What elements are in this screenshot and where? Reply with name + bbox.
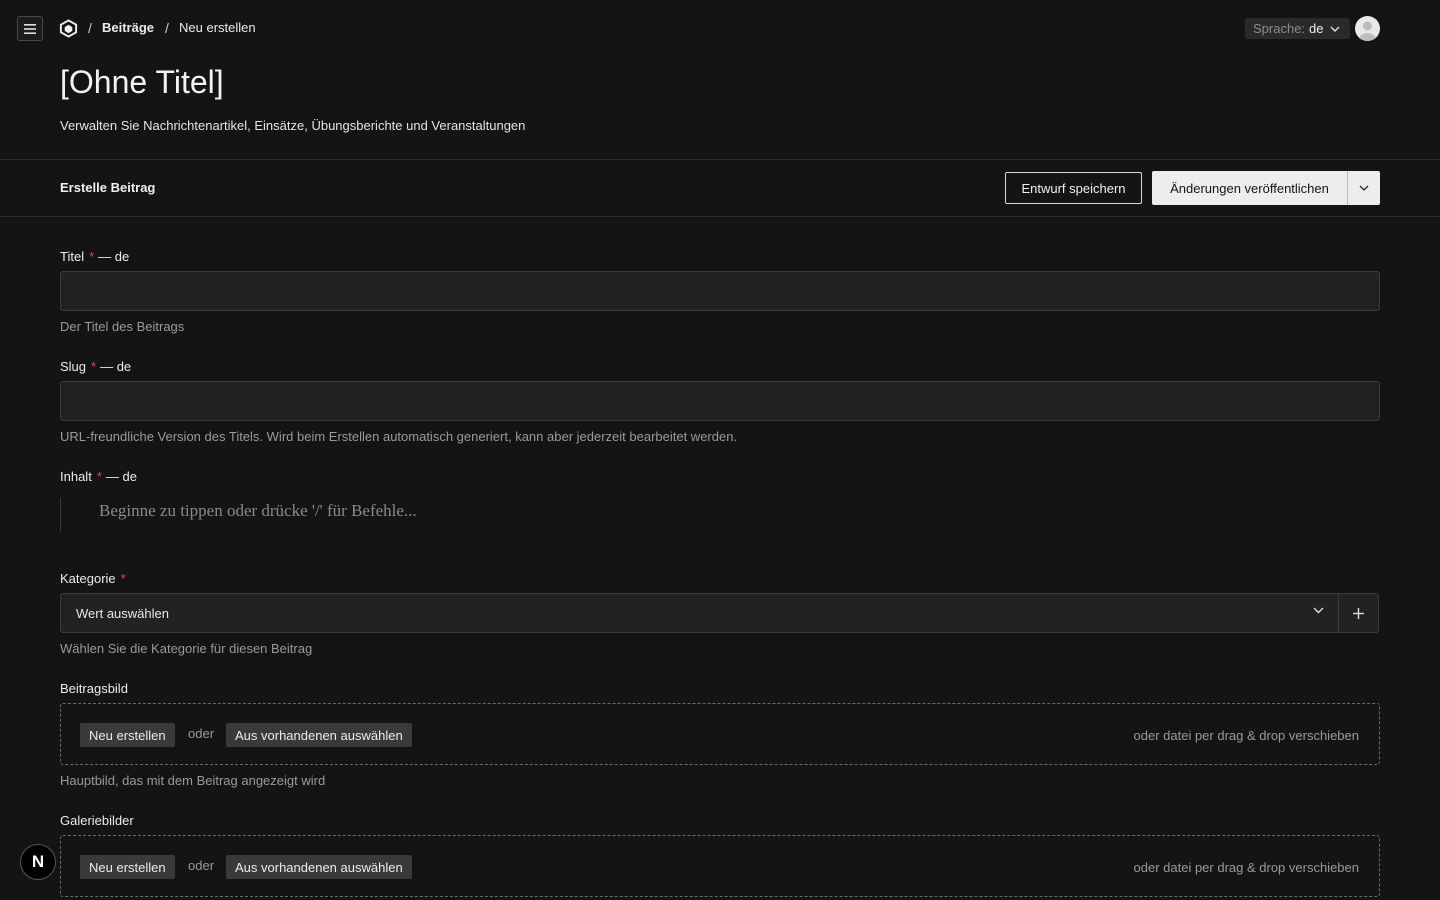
required-indicator: * <box>91 359 97 374</box>
add-category-button[interactable] <box>1338 593 1379 633</box>
title-input[interactable] <box>60 271 1380 311</box>
slug-field-label: Slug * — de <box>60 359 131 374</box>
required-indicator: * <box>89 249 95 264</box>
language-select[interactable]: Sprache: de <box>1245 18 1350 39</box>
gallery-dropzone[interactable]: Neu erstellen oder Aus vorhandenen auswä… <box>60 835 1380 897</box>
gallery-drop-text: oder datei per drag & drop verschieben <box>1133 860 1359 875</box>
cube-logo-icon[interactable] <box>59 19 78 38</box>
content-field-label: Inhalt * — de <box>60 469 137 484</box>
chevron-down-icon <box>1313 607 1324 614</box>
title-locale: — de <box>98 249 130 264</box>
page-description: Verwalten Sie Nachrichtenartikel, Einsät… <box>60 118 526 133</box>
save-draft-button[interactable]: Entwurf speichern <box>1005 172 1142 204</box>
form-heading: Erstelle Beitrag <box>60 180 156 195</box>
gallery-select-button[interactable]: Aus vorhandenen auswählen <box>226 855 412 879</box>
user-avatar-icon <box>1359 21 1376 41</box>
featured-image-dropzone[interactable]: Neu erstellen oder Aus vorhandenen auswä… <box>60 703 1380 765</box>
featured-image-label: Beitragsbild <box>60 681 128 696</box>
required-indicator: * <box>96 469 102 484</box>
category-hint: Wählen Sie die Kategorie für diesen Beit… <box>60 641 313 656</box>
gallery-label: Galeriebilder <box>60 813 134 828</box>
content-locale: — de <box>105 469 137 484</box>
menu-toggle-button[interactable] <box>17 16 43 41</box>
content-editor[interactable]: Beginne zu tippen oder drücke '/' für Be… <box>99 501 417 521</box>
breadcrumb-item-current: Neu erstellen <box>179 20 256 35</box>
user-avatar[interactable] <box>1355 16 1380 41</box>
divider <box>0 216 1440 217</box>
slug-label-text: Slug <box>60 359 87 374</box>
title-hint: Der Titel des Beitrags <box>60 319 185 334</box>
title-field-label: Titel * — de <box>60 249 129 264</box>
chevron-down-icon <box>1359 185 1369 191</box>
page-title: [Ohne Titel] <box>60 64 224 100</box>
breadcrumb-item-posts[interactable]: Beiträge <box>102 20 154 35</box>
dev-tools-badge[interactable]: N <box>20 844 56 880</box>
gallery-create-button[interactable]: Neu erstellen <box>80 855 175 879</box>
category-select[interactable]: Wert auswählen <box>60 593 1339 633</box>
featured-image-hint: Hauptbild, das mit dem Beitrag angezeigt… <box>60 773 326 788</box>
slug-locale: — de <box>100 359 132 374</box>
upload-or-text: oder <box>188 858 215 873</box>
divider <box>0 159 1440 160</box>
featured-image-select-button[interactable]: Aus vorhandenen auswählen <box>226 723 412 747</box>
category-field-label: Kategorie * <box>60 571 130 586</box>
breadcrumb-separator: / <box>88 20 92 36</box>
language-label: Sprache: <box>1253 21 1306 36</box>
breadcrumb-separator: / <box>165 20 169 36</box>
top-bar: / Beiträge / Neu erstellen Sprache: de <box>0 0 1440 56</box>
publish-options-button[interactable] <box>1347 171 1380 205</box>
content-label-text: Inhalt <box>60 469 92 484</box>
slug-hint: URL-freundliche Version des Titels. Wird… <box>60 429 738 444</box>
language-value: de <box>1309 21 1324 36</box>
category-select-value: Wert auswählen <box>76 605 169 621</box>
upload-or-text: oder <box>188 726 215 741</box>
publish-button[interactable]: Änderungen veröffentlichen <box>1152 171 1347 205</box>
category-label-text: Kategorie <box>60 571 116 586</box>
featured-image-drop-text: oder datei per drag & drop verschieben <box>1133 728 1359 743</box>
hamburger-icon <box>24 23 36 34</box>
chevron-down-icon <box>1330 26 1340 32</box>
featured-image-create-button[interactable]: Neu erstellen <box>80 723 175 747</box>
slug-input[interactable] <box>60 381 1380 421</box>
plus-icon <box>1353 607 1364 619</box>
title-label-text: Titel <box>60 249 85 264</box>
editor-gutter <box>60 498 61 532</box>
required-indicator: * <box>120 571 126 586</box>
